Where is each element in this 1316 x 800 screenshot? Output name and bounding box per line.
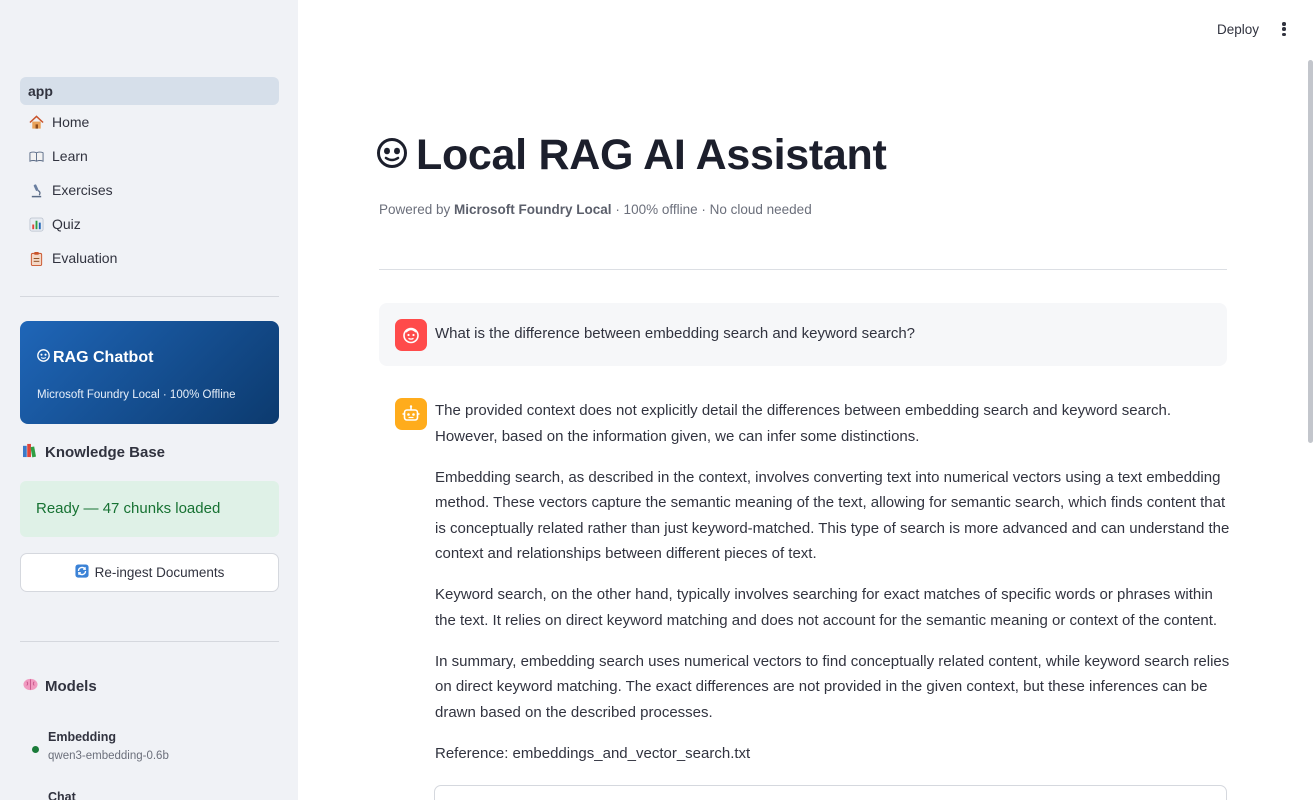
models-title: Models <box>22 677 97 696</box>
rag-chatbot-banner: RAG Chatbot Microsoft Foundry Local · 10… <box>20 321 279 424</box>
more-options-icon[interactable] <box>1278 20 1290 38</box>
model-status-dot <box>32 746 39 753</box>
model-id: qwen3-embedding-0.6b <box>48 750 169 762</box>
assistant-avatar-icon <box>395 398 427 430</box>
assistant-paragraph: Embedding search, as described in the co… <box>435 468 1230 563</box>
assistant-paragraph: The provided context does not explicitly… <box>435 402 1171 445</box>
refresh-icon <box>75 564 89 581</box>
microscope-icon <box>28 182 44 198</box>
sidebar-item-label: Evaluation <box>52 250 118 266</box>
page-subtitle: Powered by Microsoft Foundry Local · 100… <box>379 202 812 217</box>
model-name: Embedding <box>48 730 117 744</box>
sidebar-item-home[interactable]: Home <box>20 105 279 139</box>
sidebar-item-label: Home <box>52 114 90 130</box>
banner-title: RAG Chatbot <box>37 349 261 367</box>
user-message-text: What is the difference between embedding… <box>435 325 916 342</box>
sidebar-item-label: Quiz <box>52 216 81 232</box>
banner-subtitle: Microsoft Foundry Local · 100% Offline <box>37 389 236 401</box>
book-icon <box>28 148 44 164</box>
sidebar-divider <box>20 641 279 642</box>
subtitle-brand: Microsoft Foundry Local <box>454 202 612 217</box>
sidebar-item-label: Learn <box>52 148 88 164</box>
reingest-label: Re-ingest Documents <box>94 565 225 580</box>
model-name: Chat <box>48 790 76 800</box>
knowledge-base-status: Ready — 47 chunks loaded <box>20 481 279 537</box>
model-item-embedding: Embedding qwen3-embedding-0.6b <box>32 730 169 762</box>
header-divider <box>379 269 1227 270</box>
deploy-button[interactable]: Deploy <box>1210 18 1266 41</box>
nav-header-app[interactable]: app <box>20 77 279 105</box>
sidebar-nav: app Home Learn Exercises Quiz Evaluation <box>20 77 279 275</box>
knowledge-base-title: Knowledge Base <box>22 443 165 462</box>
page-title-text: Local RAG AI Assistant <box>416 131 887 179</box>
assistant-reference: Reference: embeddings_and_vector_search.… <box>435 744 751 762</box>
sidebar-divider <box>20 296 279 297</box>
page-title: Local RAG AI Assistant <box>376 131 887 180</box>
house-icon <box>28 114 44 130</box>
sidebar-item-exercises[interactable]: Exercises <box>20 173 279 207</box>
sidebar-item-label: Exercises <box>52 182 113 198</box>
model-item-chat: Chat <box>32 790 76 800</box>
main-scrollbar[interactable] <box>1308 60 1313 443</box>
sidebar-item-learn[interactable]: Learn <box>20 139 279 173</box>
assistant-message: The provided context does not explicitly… <box>435 398 1230 782</box>
brain-icon <box>22 677 39 696</box>
assistant-paragraph: Keyword search, on the other hand, typic… <box>435 586 1218 629</box>
books-icon <box>22 443 39 462</box>
sidebar-item-quiz[interactable]: Quiz <box>20 207 279 241</box>
bar-chart-icon <box>28 216 44 232</box>
reingest-documents-button[interactable]: Re-ingest Documents <box>20 553 279 592</box>
robot-face-icon <box>376 137 408 174</box>
clipboard-icon <box>28 250 44 266</box>
sidebar: app Home Learn Exercises Quiz Evaluation… <box>0 0 298 800</box>
sidebar-item-evaluation[interactable]: Evaluation <box>20 241 279 275</box>
user-avatar-icon <box>395 319 427 351</box>
robot-face-icon <box>37 349 50 367</box>
assistant-paragraph: In summary, embedding search uses numeri… <box>435 652 1230 721</box>
sources-expander[interactable] <box>434 785 1227 800</box>
